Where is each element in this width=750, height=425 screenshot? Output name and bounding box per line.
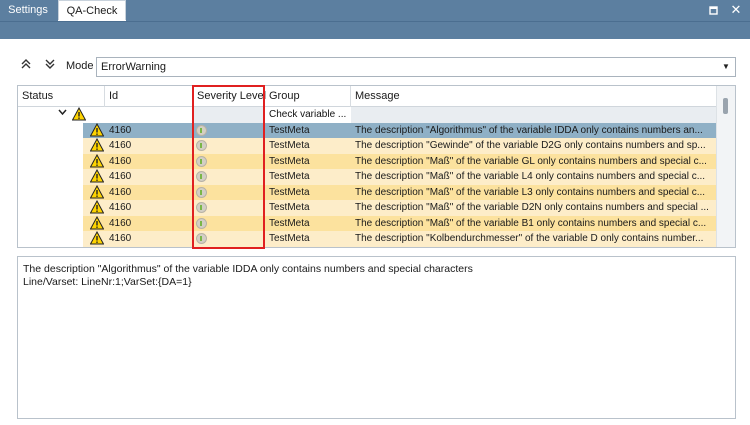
row-id: 4160 bbox=[105, 138, 193, 154]
vertical-scrollbar[interactable] bbox=[716, 86, 735, 247]
row-id: 4160 bbox=[105, 200, 193, 216]
toolbar: Mode ErrorWarning ▼ bbox=[0, 56, 750, 78]
row-message: The description "Maß" of the variable B1… bbox=[351, 215, 716, 231]
group-severity-cell bbox=[193, 107, 265, 123]
table-row[interactable]: 4160 TestMeta The description "Maß" of the… bbox=[18, 215, 716, 231]
warning-icon bbox=[90, 122, 104, 136]
row-message: The description "Algorithmus" of the var… bbox=[351, 122, 716, 138]
warning-icon bbox=[72, 107, 86, 121]
severity-cell bbox=[193, 184, 265, 200]
severity-cell bbox=[193, 138, 265, 154]
details-panel: The description "Algorithmus" of the var… bbox=[17, 256, 736, 419]
title-bar bbox=[0, 21, 750, 39]
severity-cell bbox=[193, 231, 265, 247]
tab-settings[interactable]: Settings bbox=[0, 0, 56, 21]
row-id: 4160 bbox=[105, 231, 193, 247]
details-location: Line/Varset: LineNr:1;VarSet:{DA=1} bbox=[23, 276, 192, 288]
severity-indicator-icon bbox=[196, 186, 207, 198]
warning-icon bbox=[90, 169, 104, 183]
group-row[interactable]: Check variable ... bbox=[18, 107, 716, 123]
row-group: TestMeta bbox=[265, 153, 351, 169]
warning-icon bbox=[90, 231, 104, 245]
table-row[interactable]: 4160 TestMeta The description "Maß" of the… bbox=[18, 169, 716, 185]
warning-icon bbox=[90, 215, 104, 229]
column-header-severity-level[interactable]: Severity Level bbox=[193, 86, 266, 107]
row-group: TestMeta bbox=[265, 169, 351, 185]
tab-qa-check[interactable]: QA-Check bbox=[58, 0, 126, 21]
severity-indicator-icon bbox=[196, 202, 207, 213]
severity-cell bbox=[193, 200, 265, 216]
severity-indicator-icon bbox=[196, 124, 207, 136]
column-header-message[interactable]: Message bbox=[351, 86, 716, 107]
row-message: The description "Maß" of the variable D2… bbox=[351, 200, 716, 216]
row-message: The description "Gewinde" of the variabl… bbox=[351, 138, 716, 154]
mode-select[interactable]: ErrorWarning ▼ bbox=[96, 57, 736, 77]
severity-cell bbox=[193, 153, 265, 169]
close-icon[interactable]: ✕ bbox=[728, 2, 744, 18]
grid-header: Status Id Severity Level Group Message bbox=[18, 86, 716, 107]
restore-icon[interactable] bbox=[706, 2, 722, 18]
severity-indicator-icon bbox=[196, 217, 207, 229]
severity-cell bbox=[193, 122, 265, 138]
severity-indicator-icon bbox=[196, 155, 207, 167]
row-message: The description "Maß" of the variable GL… bbox=[351, 153, 716, 169]
severity-cell bbox=[193, 215, 265, 231]
scrollbar-thumb[interactable] bbox=[723, 98, 728, 114]
row-id: 4160 bbox=[105, 215, 193, 231]
column-header-status[interactable]: Status bbox=[18, 86, 105, 107]
table-row[interactable]: 4160 TestMeta The description "Kolbendurch… bbox=[18, 231, 716, 247]
row-group: TestMeta bbox=[265, 122, 351, 138]
mode-value: ErrorWarning bbox=[101, 61, 166, 73]
table-row[interactable]: 4160 TestMeta The description "Maß" of the… bbox=[18, 153, 716, 169]
row-message: The description "Maß" of the variable L4… bbox=[351, 169, 716, 185]
row-id: 4160 bbox=[105, 184, 193, 200]
qa-results-grid[interactable]: Status Id Severity Level Group Message C… bbox=[17, 85, 736, 248]
table-row[interactable]: 4160 TestMeta The description "Algorithmus… bbox=[18, 122, 716, 138]
row-id: 4160 bbox=[105, 169, 193, 185]
severity-cell bbox=[193, 169, 265, 185]
table-row[interactable]: 4160 TestMeta The description "Gewinde" of… bbox=[18, 138, 716, 154]
column-header-id[interactable]: Id bbox=[105, 86, 193, 107]
row-group: TestMeta bbox=[265, 231, 351, 247]
details-message: The description "Algorithmus" of the var… bbox=[23, 263, 473, 275]
tab-strip: Settings QA-Check ✕ bbox=[0, 0, 750, 21]
row-group: TestMeta bbox=[265, 200, 351, 216]
mode-label: Mode bbox=[66, 60, 94, 72]
table-row[interactable]: 4160 TestMeta The description "Maß" of the… bbox=[18, 184, 716, 200]
row-group: TestMeta bbox=[265, 215, 351, 231]
warning-icon bbox=[90, 153, 104, 167]
column-header-group[interactable]: Group bbox=[265, 86, 351, 107]
group-message-cell bbox=[351, 107, 716, 123]
row-group: TestMeta bbox=[265, 138, 351, 154]
severity-indicator-icon bbox=[196, 171, 207, 182]
row-id: 4160 bbox=[105, 153, 193, 169]
double-chevron-down-icon[interactable] bbox=[42, 58, 58, 74]
warning-icon bbox=[90, 184, 104, 198]
row-message: The description "Kolbendurchmesser" of t… bbox=[351, 231, 716, 247]
row-id: 4160 bbox=[105, 122, 193, 138]
warning-icon bbox=[90, 138, 104, 152]
severity-indicator-icon bbox=[196, 140, 207, 151]
row-message: The description "Maß" of the variable L3… bbox=[351, 184, 716, 200]
group-label: Check variable ... bbox=[269, 109, 347, 120]
warning-icon bbox=[90, 200, 104, 214]
severity-indicator-icon bbox=[196, 233, 207, 244]
chevron-down-icon[interactable] bbox=[58, 108, 67, 122]
double-chevron-up-icon[interactable] bbox=[18, 58, 34, 74]
row-group: TestMeta bbox=[265, 184, 351, 200]
dropdown-arrow-icon[interactable]: ▼ bbox=[720, 58, 732, 76]
table-row[interactable]: 4160 TestMeta The description "Maß" of the… bbox=[18, 200, 716, 216]
